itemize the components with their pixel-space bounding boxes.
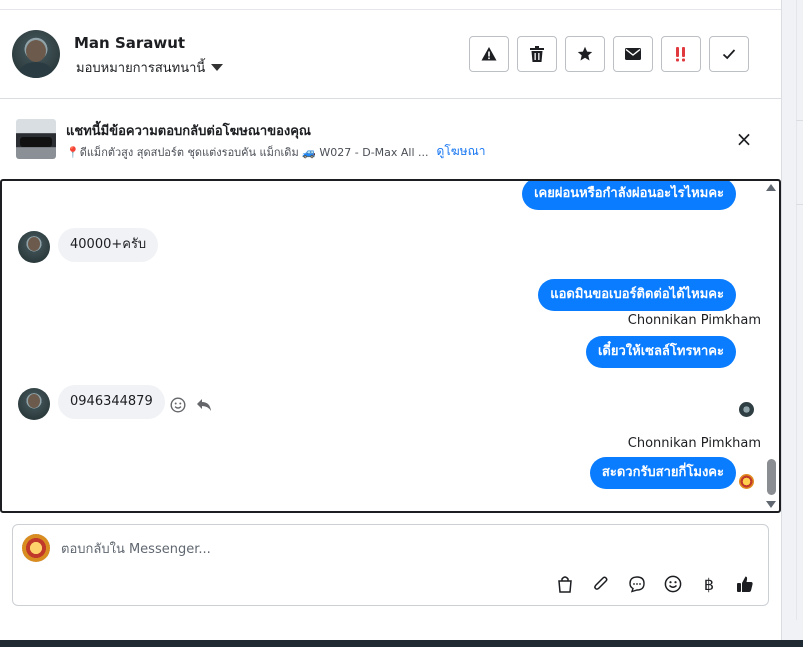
report-spam-button[interactable] bbox=[469, 36, 509, 72]
assign-conversation-dropdown[interactable]: มอบหมายการสนทนานี้ bbox=[76, 57, 224, 78]
double-exclamation-icon bbox=[676, 47, 685, 62]
conversation-header: Man Sarawut มอบหมายการสนทนานี้ bbox=[0, 10, 781, 99]
flag-important-button[interactable] bbox=[661, 36, 701, 72]
reply-icon[interactable] bbox=[196, 398, 212, 412]
ad-banner-subtitle: 📍ดีแม็กตัวสูง สุดสปอร์ต ชุดแต่งรอบคัน แม… bbox=[66, 142, 485, 161]
outgoing-message[interactable]: เดี๋ยวให้เซลล์โทรหาคะ bbox=[585, 336, 736, 368]
baht-icon[interactable]: ฿ bbox=[698, 573, 720, 595]
reply-input[interactable] bbox=[61, 539, 661, 559]
incoming-message[interactable]: 0946344879 bbox=[58, 385, 165, 419]
contact-avatar[interactable] bbox=[18, 388, 50, 420]
contact-avatar[interactable] bbox=[18, 231, 50, 263]
delete-button[interactable] bbox=[517, 36, 557, 72]
view-ad-link[interactable]: ดูโฆษณา bbox=[437, 142, 486, 161]
emoji-icon[interactable] bbox=[170, 397, 186, 413]
outgoing-message[interactable]: สะดวกรับสายกี่โมงคะ bbox=[589, 457, 736, 489]
message-thread[interactable]: เคยผ่อนหรือกำลังผ่อนอะไรไหมคะ 40000+ครับ… bbox=[0, 179, 781, 513]
side-panel-edge bbox=[781, 0, 803, 640]
composer-toolbar: ฿ bbox=[554, 573, 756, 595]
chat-bubble-icon[interactable] bbox=[626, 573, 648, 595]
page-avatar bbox=[22, 534, 50, 562]
emoji-icon[interactable] bbox=[662, 573, 684, 595]
paperclip-icon[interactable] bbox=[590, 573, 612, 595]
mail-icon bbox=[625, 48, 641, 60]
side-divider bbox=[796, 120, 803, 121]
close-icon[interactable]: × bbox=[732, 127, 756, 151]
caret-down-icon bbox=[211, 64, 224, 71]
side-divider bbox=[796, 0, 797, 620]
outgoing-message[interactable]: แอดมินขอเบอร์ติดต่อได้ไหมคะ bbox=[538, 279, 736, 311]
check-icon bbox=[722, 49, 736, 60]
ad-description: 📍ดีแม็กตัวสูง สุดสปอร์ต ชุดแต่งรอบคัน แม… bbox=[66, 145, 429, 159]
star-button[interactable] bbox=[565, 36, 605, 72]
sender-name: Chonnikan Pimkham bbox=[627, 436, 761, 451]
trash-icon bbox=[530, 46, 544, 62]
scroll-down-arrow[interactable] bbox=[766, 501, 776, 508]
inbox-conversation-pane: Man Sarawut มอบหมายการสนทนานี้ แชทนี้มีข… bbox=[0, 0, 803, 647]
sender-avatar bbox=[739, 474, 754, 489]
ad-banner-title: แชทนี้มีข้อความตอบกลับต่อโฆษณาของคุณ bbox=[66, 124, 311, 139]
side-divider bbox=[796, 204, 803, 205]
scroll-up-arrow[interactable] bbox=[766, 184, 776, 191]
mark-done-button[interactable] bbox=[709, 36, 749, 72]
outgoing-message[interactable]: เคยผ่อนหรือกำลังผ่อนอะไรไหมคะ bbox=[522, 181, 736, 210]
star-icon bbox=[577, 46, 593, 61]
thumbs-up-icon[interactable] bbox=[734, 573, 756, 595]
ad-reply-banner: แชทนี้มีข้อความตอบกลับต่อโฆษณาของคุณ 📍ดี… bbox=[0, 99, 781, 179]
mark-unread-button[interactable] bbox=[613, 36, 653, 72]
ad-thumbnail[interactable] bbox=[16, 119, 56, 159]
scrollbar-thumb[interactable] bbox=[767, 459, 776, 495]
bag-icon[interactable] bbox=[554, 573, 576, 595]
sender-name: Chonnikan Pimkham bbox=[627, 313, 761, 328]
assign-label: มอบหมายการสนทนานี้ bbox=[76, 61, 206, 76]
os-taskbar bbox=[0, 640, 803, 647]
seen-avatar bbox=[739, 402, 754, 417]
avatar[interactable] bbox=[12, 30, 60, 78]
incoming-message[interactable]: 40000+ครับ bbox=[58, 228, 159, 262]
warning-icon bbox=[481, 47, 497, 61]
contact-name[interactable]: Man Sarawut bbox=[74, 34, 185, 52]
message-composer: ฿ bbox=[12, 524, 769, 606]
pin-icon: 📍 bbox=[66, 145, 80, 159]
message-actions bbox=[170, 397, 212, 413]
